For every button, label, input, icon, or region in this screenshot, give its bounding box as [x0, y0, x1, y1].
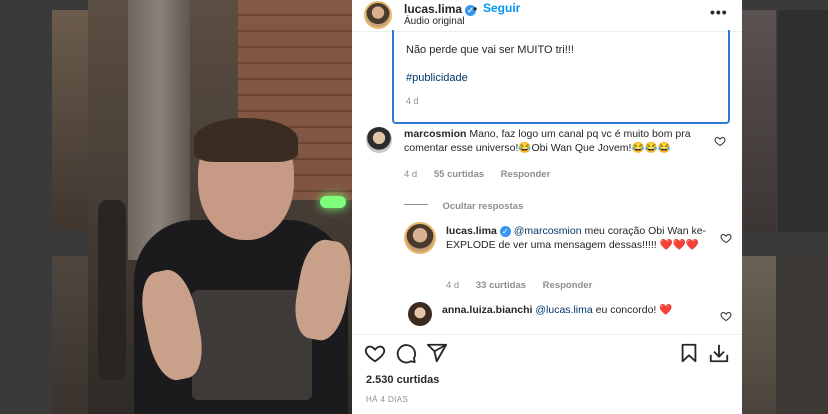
reply-meta: 4 d 33 curtidas Responder	[446, 280, 606, 291]
feed-thumbnail[interactable]	[52, 10, 88, 230]
download-icon[interactable]	[708, 342, 730, 364]
hide-replies-line	[404, 204, 428, 206]
reply-author-avatar[interactable]	[404, 222, 436, 254]
audio-label[interactable]: Áudio original	[404, 16, 465, 27]
more-options-icon[interactable]: •••	[710, 4, 728, 20]
reply-body: anna.luiza.bianchi @lucas.lima eu concor…	[442, 303, 712, 317]
comment-meta: 4 d 55 curtidas Responder	[404, 169, 564, 180]
caption-time[interactable]: 4 d	[406, 96, 419, 106]
comment: marcosmion Mano, faz logo um canal pq vc…	[366, 127, 736, 187]
post-date[interactable]: HÁ 4 DIAS	[366, 395, 408, 404]
feed-thumbnail[interactable]	[52, 256, 88, 414]
video-shirt-print	[192, 290, 312, 400]
hide-replies-label[interactable]: Ocultar respostas	[442, 201, 523, 212]
comment-like-heart-icon[interactable]	[714, 135, 726, 147]
verified-badge-icon: ✓	[499, 226, 511, 237]
reply-reply-button[interactable]: Responder	[543, 280, 593, 291]
comment-icon[interactable]	[395, 342, 417, 364]
header-separator: •	[473, 2, 478, 16]
heart-icon[interactable]	[364, 342, 386, 364]
reply-like-heart-icon[interactable]	[720, 232, 732, 244]
video-scene-guitar	[98, 200, 126, 380]
author-username[interactable]: lucas.lima ✓	[404, 2, 477, 16]
comment-body: marcosmion Mano, faz logo um canal pq vc…	[404, 127, 722, 155]
commenter-avatar[interactable]	[366, 127, 392, 153]
feed-thumbnail[interactable]	[778, 256, 828, 414]
share-icon[interactable]	[426, 342, 448, 364]
caption-hashtag[interactable]: #publicidade	[406, 72, 468, 84]
author-username-text[interactable]: lucas.lima	[404, 2, 462, 16]
reply-author-avatar[interactable]	[408, 302, 432, 326]
reply-mention[interactable]: @marcosmion	[514, 225, 582, 237]
reply-likes[interactable]: 33 curtidas	[476, 280, 526, 291]
reply: lucas.lima ✓ @marcosmion meu coração Obi …	[404, 222, 736, 292]
reply-username[interactable]: anna.luiza.bianchi	[442, 304, 532, 316]
actions-divider	[352, 334, 742, 335]
video-person-hair	[194, 118, 298, 162]
post-video[interactable]	[88, 0, 352, 414]
post-details-panel: lucas.lima ✓ • Seguir Áudio original ••• …	[352, 0, 742, 414]
comment-reply-button[interactable]: Responder	[501, 169, 551, 180]
follow-button[interactable]: Seguir	[483, 1, 520, 15]
hide-replies-toggle[interactable]: Ocultar respostas	[404, 196, 523, 212]
feed-thumbnail[interactable]	[742, 256, 776, 414]
reply-time[interactable]: 4 d	[446, 280, 459, 291]
caption-highlight: Não perde que vai ser MUITO tri!!! #publ…	[392, 30, 730, 124]
post-actions-bar	[352, 340, 742, 368]
post-header: lucas.lima ✓ • Seguir Áudio original •••	[352, 0, 742, 32]
feed-thumbnail[interactable]	[778, 10, 828, 232]
reply-mention[interactable]: @lucas.lima	[535, 304, 592, 316]
background-feed-left	[0, 0, 88, 414]
reply-like-heart-icon[interactable]	[720, 310, 732, 322]
reply-body: lucas.lima ✓ @marcosmion meu coração Obi …	[446, 224, 724, 252]
instagram-post-modal: lucas.lima ✓ • Seguir Áudio original ••• …	[0, 0, 828, 414]
author-avatar[interactable]	[364, 1, 392, 29]
post-likes-count[interactable]: 2.530 curtidas	[366, 374, 439, 386]
bookmark-icon[interactable]	[678, 342, 700, 364]
background-feed-right	[742, 0, 828, 414]
comment-time[interactable]: 4 d	[404, 169, 417, 180]
reply-username[interactable]: lucas.lima	[446, 225, 497, 237]
comment-likes[interactable]: 55 curtidas	[434, 169, 484, 180]
comment-username[interactable]: marcosmion	[404, 128, 466, 140]
video-scene-lamp	[320, 196, 346, 208]
reply: anna.luiza.bianchi @lucas.lima eu concor…	[408, 302, 736, 330]
feed-thumbnail[interactable]	[742, 10, 776, 232]
reply-text: eu concordo! ❤️	[592, 304, 673, 316]
caption-text: Não perde que vai ser MUITO tri!!!	[406, 44, 574, 56]
